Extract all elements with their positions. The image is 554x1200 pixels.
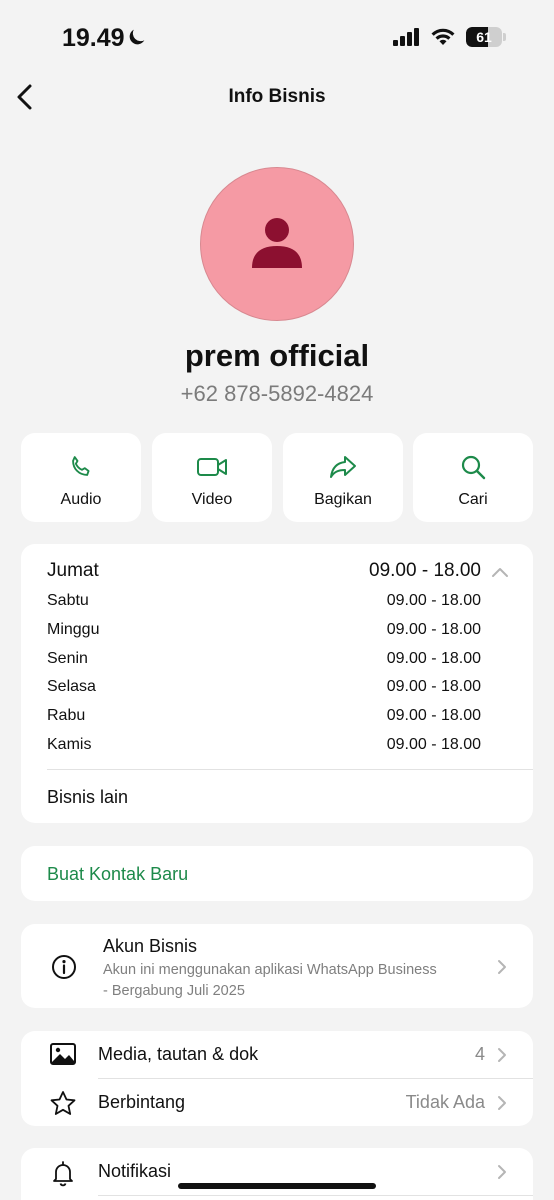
starred-label: Berbintang — [98, 1092, 186, 1112]
phone-icon — [72, 456, 90, 476]
audio-call-button[interactable]: Audio — [21, 433, 141, 522]
search-button[interactable]: Cari — [413, 433, 533, 522]
chevron-up-icon[interactable] — [491, 566, 509, 578]
hours-day: Kamis — [47, 736, 92, 753]
chevron-right-icon — [498, 1165, 506, 1179]
video-call-button[interactable]: Video — [152, 433, 272, 522]
new-contact-label: Buat Kontak Baru — [47, 864, 189, 884]
hours-time: 09.00 - 18.00 — [386, 707, 481, 724]
profile-name: prem official — [184, 338, 370, 373]
hours-time: 09.00 - 18.00 — [386, 650, 481, 667]
hours-day: Sabtu — [47, 592, 89, 609]
hours-day: Rabu — [47, 707, 86, 724]
hours-time: 09.00 - 18.00 — [386, 678, 481, 695]
chevron-right-icon — [498, 1096, 506, 1110]
chevron-right-icon — [498, 960, 506, 974]
nav-bar: Info Bisnis — [0, 74, 554, 120]
description-line: - Bergabung Juli 2025 — [103, 983, 245, 999]
other-business-link[interactable]: Bisnis lain — [47, 787, 128, 808]
divider — [47, 769, 533, 770]
notifications-label: Notifikasi — [98, 1161, 172, 1181]
moon-icon — [129, 29, 145, 45]
hours-day: Selasa — [47, 678, 96, 695]
page-title: Info Bisnis — [228, 86, 326, 107]
video-label: Video — [191, 491, 233, 508]
search-label: Cari — [458, 491, 488, 508]
hours-day: Minggu — [47, 621, 100, 638]
video-icon — [197, 458, 227, 476]
divider — [98, 1195, 533, 1196]
notifications-card: Notifikasi — [21, 1148, 533, 1200]
media-label: Media, tautan & dok — [98, 1044, 259, 1064]
bell-icon — [53, 1161, 73, 1187]
business-account-title: Akun Bisnis — [103, 936, 198, 956]
wifi-icon — [431, 28, 455, 45]
profile-phone: +62 878-5892-4824 — [180, 381, 374, 406]
avatar[interactable] — [200, 167, 354, 321]
media-links-docs-row[interactable]: Media, tautan & dok 4 — [21, 1031, 533, 1078]
description-line: Akun ini menggunakan aplikasi WhatsApp B… — [103, 962, 437, 978]
battery-indicator: 61 — [466, 27, 506, 47]
media-card: Media, tautan & dok 4 Berbintang Tidak A… — [21, 1031, 533, 1126]
image-icon — [50, 1043, 76, 1065]
star-icon — [50, 1091, 76, 1115]
starred-row[interactable]: Berbintang Tidak Ada — [21, 1079, 533, 1126]
person-icon — [252, 218, 302, 268]
chevron-right-icon — [498, 1048, 506, 1062]
business-hours-card: Jumat 09.00 - 18.00 Sabtu 09.00 - 18.00 … — [21, 544, 533, 823]
battery-level: 61 — [476, 29, 492, 45]
business-account-description: Akun ini menggunakan aplikasi WhatsApp B… — [103, 960, 483, 1002]
hours-time: 09.00 - 18.00 — [369, 560, 481, 581]
hours-day: Senin — [47, 650, 88, 667]
share-button[interactable]: Bagikan — [283, 433, 403, 522]
status-time: 19.49 — [62, 24, 125, 52]
share-label: Bagikan — [314, 491, 372, 508]
hours-time: 09.00 - 18.00 — [386, 621, 481, 638]
info-icon — [52, 955, 76, 979]
hours-time: 09.00 - 18.00 — [386, 592, 481, 609]
status-bar: 19.49 61 — [0, 0, 554, 74]
hours-time: 09.00 - 18.00 — [386, 736, 481, 753]
share-icon — [330, 456, 356, 478]
business-account-row[interactable]: Akun Bisnis Akun ini menggunakan aplikas… — [21, 924, 533, 1008]
signal-icon — [393, 28, 419, 46]
new-contact-button[interactable]: Buat Kontak Baru — [21, 846, 533, 901]
hours-day: Jumat — [47, 560, 99, 581]
media-count: 4 — [474, 1044, 485, 1064]
starred-value: Tidak Ada — [405, 1092, 485, 1112]
home-indicator[interactable] — [178, 1183, 376, 1189]
search-icon — [461, 455, 486, 480]
audio-label: Audio — [60, 491, 102, 508]
